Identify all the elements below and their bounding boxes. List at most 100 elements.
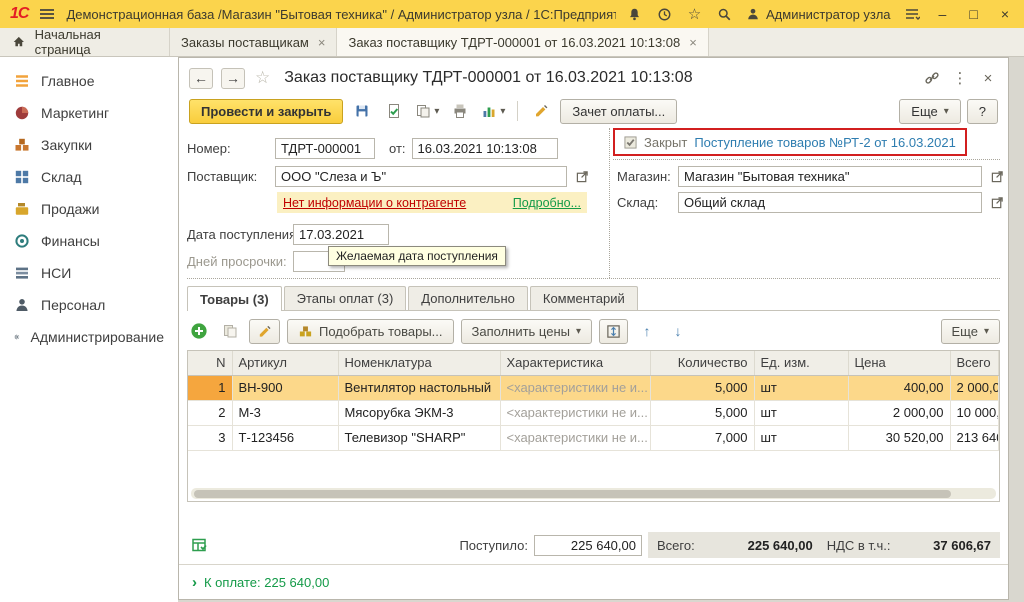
fill-prices-button[interactable]: Заполнить цены ▾ bbox=[461, 319, 593, 344]
table-row[interactable]: 1 ВН-900 Вентилятор настольный <характер… bbox=[188, 375, 999, 400]
home-tab[interactable]: Начальная страница bbox=[0, 28, 170, 56]
cell-quantity[interactable]: 7,000 bbox=[650, 425, 754, 450]
search-icon[interactable] bbox=[716, 6, 733, 23]
cell-unit[interactable]: шт bbox=[754, 375, 848, 400]
current-user[interactable]: Администратор узла bbox=[746, 7, 891, 22]
copy-row-button[interactable] bbox=[218, 319, 242, 343]
get-link-icon[interactable] bbox=[922, 68, 942, 88]
cell-unit[interactable]: шт bbox=[754, 425, 848, 450]
sidebar-item-warehouse[interactable]: Склад bbox=[0, 161, 178, 193]
edit-pencil-button[interactable] bbox=[528, 99, 554, 123]
open-shop-icon[interactable] bbox=[988, 168, 1006, 186]
cell-article[interactable]: М-3 bbox=[232, 400, 338, 425]
cell-price[interactable]: 400,00 bbox=[848, 375, 950, 400]
cell-quantity[interactable]: 5,000 bbox=[650, 400, 754, 425]
cell-characteristic[interactable]: <характеристики не и... bbox=[500, 375, 650, 400]
cell-characteristic[interactable]: <характеристики не и... bbox=[500, 400, 650, 425]
date-field[interactable]: 16.03.2021 10:13:08 bbox=[412, 138, 558, 159]
tab-supplier-orders[interactable]: Заказы поставщикам × bbox=[170, 28, 337, 56]
minimize-button[interactable]: – bbox=[934, 6, 952, 22]
pick-goods-button[interactable]: Подобрать товары... bbox=[287, 319, 454, 344]
cell-n[interactable]: 2 bbox=[188, 400, 232, 425]
service-settings-icon[interactable] bbox=[904, 6, 921, 23]
more-kebab-icon[interactable]: ⋮ bbox=[950, 68, 970, 88]
tab-payment-stages[interactable]: Этапы оплат (3) bbox=[284, 286, 407, 310]
cell-nomenclature[interactable]: Телевизор "SHARP" bbox=[338, 425, 500, 450]
cell-total[interactable]: 10 000,00 bbox=[950, 400, 999, 425]
close-tab-icon[interactable]: × bbox=[689, 35, 697, 50]
related-documents-icon[interactable] bbox=[187, 533, 211, 557]
payment-offset-button[interactable]: Зачет оплаты... bbox=[560, 99, 677, 124]
shop-field[interactable]: Магазин "Бытовая техника" bbox=[678, 166, 982, 187]
tab-additional[interactable]: Дополнительно bbox=[408, 286, 528, 310]
tab-comment[interactable]: Комментарий bbox=[530, 286, 638, 310]
table-more-button[interactable]: Еще ▾ bbox=[941, 319, 1000, 344]
maximize-button[interactable]: □ bbox=[964, 6, 982, 22]
table-row[interactable]: 2 М-3 Мясорубка ЭКМ-3 <характеристики не… bbox=[188, 400, 999, 425]
details-link[interactable]: Подробно... bbox=[513, 196, 581, 210]
cell-quantity[interactable]: 5,000 bbox=[650, 375, 754, 400]
help-button[interactable]: ? bbox=[967, 99, 998, 124]
cell-nomenclature[interactable]: Мясорубка ЭКМ-3 bbox=[338, 400, 500, 425]
to-pay-link[interactable]: К оплате: 225 640,00 bbox=[204, 575, 329, 590]
horizontal-scrollbar[interactable] bbox=[191, 488, 996, 499]
sidebar-item-sales[interactable]: Продажи bbox=[0, 193, 178, 225]
favorites-star-icon[interactable]: ☆ bbox=[686, 6, 703, 23]
cell-unit[interactable]: шт bbox=[754, 400, 848, 425]
cell-price[interactable]: 2 000,00 bbox=[848, 400, 950, 425]
warehouse-field[interactable]: Общий склад bbox=[678, 192, 982, 213]
cell-total[interactable]: 213 640,00 bbox=[950, 425, 999, 450]
reports-button[interactable]: ▾ bbox=[479, 99, 507, 123]
cell-characteristic[interactable]: <характеристики не и... bbox=[500, 425, 650, 450]
cell-article[interactable]: Т-123456 bbox=[232, 425, 338, 450]
favorite-star-icon[interactable]: ☆ bbox=[255, 68, 270, 88]
cell-price[interactable]: 30 520,00 bbox=[848, 425, 950, 450]
edit-row-button[interactable] bbox=[249, 319, 280, 344]
close-form-icon[interactable]: × bbox=[978, 68, 998, 88]
print-button[interactable] bbox=[447, 99, 473, 123]
close-tab-icon[interactable]: × bbox=[318, 35, 326, 50]
sidebar-item-purchases[interactable]: Закупки bbox=[0, 129, 178, 161]
move-up-button[interactable]: ↑ bbox=[635, 319, 659, 343]
post-and-close-button[interactable]: Провести и закрыть bbox=[189, 99, 343, 124]
cell-n[interactable]: 3 bbox=[188, 425, 232, 450]
post-document-button[interactable] bbox=[381, 99, 407, 123]
create-based-on-button[interactable]: ▾ bbox=[413, 99, 441, 123]
open-warehouse-icon[interactable] bbox=[988, 194, 1006, 212]
cell-total[interactable]: 2 000,00 bbox=[950, 375, 999, 400]
expand-chevron-icon[interactable]: › bbox=[192, 574, 197, 591]
move-down-button[interactable]: ↓ bbox=[666, 319, 690, 343]
supplier-field[interactable]: ООО "Слеза и Ъ" bbox=[275, 166, 567, 187]
back-arrow-button[interactable]: ← bbox=[189, 68, 213, 89]
save-button[interactable] bbox=[349, 99, 375, 123]
arrival-date-field[interactable]: 17.03.2021 bbox=[293, 224, 389, 245]
goods-receipt-link[interactable]: Поступление товаров №РТ-2 от 16.03.2021 bbox=[694, 135, 956, 150]
history-clock-icon[interactable] bbox=[656, 6, 673, 23]
cell-article[interactable]: ВН-900 bbox=[232, 375, 338, 400]
more-button[interactable]: Еще▾ bbox=[899, 99, 960, 124]
sidebar-item-personnel[interactable]: Персонал bbox=[0, 289, 178, 321]
notifications-bell-icon[interactable] bbox=[626, 6, 643, 23]
sidebar-item-finance[interactable]: Финансы bbox=[0, 225, 178, 257]
main-menu-icon[interactable] bbox=[38, 7, 56, 21]
counterparty-warning-link[interactable]: Нет информации о контрагенте bbox=[283, 196, 466, 210]
add-row-button[interactable] bbox=[187, 319, 211, 343]
sidebar-item-marketing[interactable]: Маркетинг bbox=[0, 97, 178, 129]
received-field[interactable]: 225 640,00 bbox=[534, 535, 642, 556]
tab-goods[interactable]: Товары (3) bbox=[187, 286, 282, 311]
sidebar-item-administration[interactable]: Администрирование bbox=[0, 321, 178, 353]
scrollbar-thumb[interactable] bbox=[194, 490, 951, 498]
table-settings-button[interactable] bbox=[599, 319, 628, 344]
table-row[interactable]: 3 Т-123456 Телевизор "SHARP" <характерис… bbox=[188, 425, 999, 450]
cell-nomenclature[interactable]: Вентилятор настольный bbox=[338, 375, 500, 400]
forward-arrow-button[interactable]: → bbox=[221, 68, 245, 89]
open-supplier-icon[interactable] bbox=[573, 168, 591, 186]
sidebar-item-nsi[interactable]: НСИ bbox=[0, 257, 178, 289]
cell-n[interactable]: 1 bbox=[188, 375, 232, 400]
closed-checkbox[interactable] bbox=[624, 136, 637, 149]
close-window-button[interactable]: × bbox=[996, 6, 1014, 22]
number-field[interactable]: ТДРТ-000001 bbox=[275, 138, 375, 159]
tab-supplier-order-document[interactable]: Заказ поставщику ТДРТ-000001 от 16.03.20… bbox=[337, 28, 708, 56]
purchases-boxes-icon bbox=[14, 137, 30, 153]
sidebar-item-main[interactable]: Главное bbox=[0, 65, 178, 97]
